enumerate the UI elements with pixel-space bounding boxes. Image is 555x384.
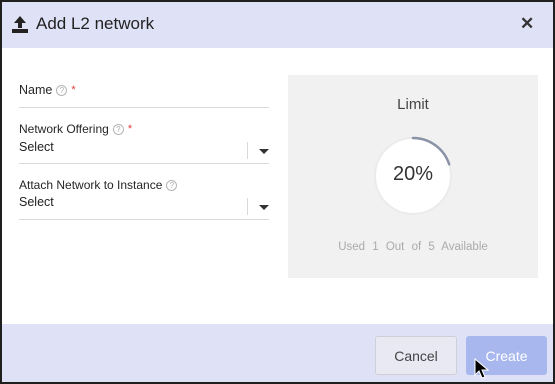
attach-instance-label: Attach Network to Instance — [19, 178, 163, 192]
name-label-row: Name ? * — [19, 83, 269, 97]
name-label: Name — [19, 83, 53, 97]
network-offering-value[interactable]: Select — [19, 140, 54, 154]
cancel-button[interactable]: Cancel — [375, 336, 457, 375]
network-offering-underline — [19, 163, 269, 164]
dialog-header: Add L2 network ✕ — [2, 2, 553, 48]
network-offering-required-mark: * — [127, 123, 133, 135]
dialog-footer: Cancel Create — [2, 324, 553, 382]
chevron-down-icon[interactable] — [259, 149, 269, 154]
limit-panel: Limit 20% Used 1 Out of 5 Available — [288, 75, 538, 278]
chevron-down-icon[interactable] — [259, 205, 269, 210]
network-offering-label-row: Network Offering ? * — [19, 122, 269, 136]
attach-instance-help-icon[interactable]: ? — [166, 179, 178, 191]
network-offering-label: Network Offering — [19, 122, 109, 136]
name-input-underline — [19, 107, 269, 108]
limit-title: Limit — [397, 96, 429, 113]
attach-instance-underline — [19, 219, 269, 220]
network-offering-help-icon[interactable]: ? — [112, 123, 124, 135]
usage-percent: 20% — [392, 163, 434, 185]
usage-summary: Used 1 Out of 5 Available — [338, 241, 488, 253]
upload-icon — [12, 16, 28, 33]
name-help-icon[interactable]: ? — [56, 84, 68, 96]
attach-instance-value[interactable]: Select — [19, 195, 54, 209]
add-l2-network-dialog: Add L2 network ✕ Name ? * Network Offeri… — [0, 0, 555, 384]
network-offering-select[interactable]: Network Offering ? * Select — [19, 122, 269, 164]
attach-instance-label-row: Attach Network to Instance ? — [19, 178, 269, 192]
mouse-pointer-icon — [474, 358, 490, 379]
name-field[interactable]: Name ? * — [19, 83, 269, 109]
attach-instance-separator — [247, 198, 248, 215]
close-icon[interactable]: ✕ — [520, 14, 534, 34]
attach-instance-select[interactable]: Attach Network to Instance ? Select — [19, 178, 269, 220]
dialog-title: Add L2 network — [36, 14, 155, 33]
name-required-mark: * — [71, 84, 76, 96]
network-offering-separator — [247, 142, 248, 159]
